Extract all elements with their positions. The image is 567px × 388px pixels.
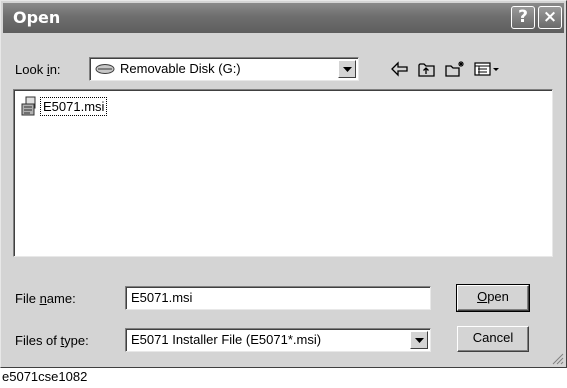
chevron-down-icon bbox=[343, 67, 352, 72]
title-bar[interactable]: Open ? × bbox=[3, 3, 564, 33]
file-list[interactable]: E5071.msi bbox=[13, 89, 553, 257]
removable-disk-icon bbox=[95, 63, 115, 78]
file-type-value: E5071 Installer File (E5071*.msi) bbox=[131, 332, 322, 347]
close-button[interactable]: × bbox=[538, 6, 562, 29]
up-folder-icon[interactable] bbox=[416, 59, 438, 79]
help-button[interactable]: ? bbox=[511, 6, 535, 29]
open-dialog: Open ? × Look in: Removable Disk (G:) E5… bbox=[0, 0, 567, 368]
file-type-dropdown-button[interactable] bbox=[410, 331, 428, 349]
file-type-label: Files of type: bbox=[15, 333, 89, 348]
file-name-text: E5071.msi bbox=[40, 97, 108, 116]
file-type-combobox[interactable]: E5071 Installer File (E5071*.msi) bbox=[125, 328, 431, 352]
file-name-label: File name: bbox=[15, 291, 76, 306]
dialog-title: Open bbox=[13, 8, 61, 27]
figure-caption: e5071cse1082 bbox=[2, 369, 88, 384]
view-menu-icon[interactable] bbox=[473, 59, 503, 79]
open-button[interactable]: Open bbox=[456, 284, 530, 312]
look-in-label: Look in: bbox=[15, 62, 61, 77]
close-icon: × bbox=[542, 7, 558, 27]
resize-grip-icon[interactable] bbox=[552, 353, 564, 365]
look-in-combobox[interactable]: Removable Disk (G:) bbox=[89, 57, 359, 81]
look-in-value: Removable Disk (G:) bbox=[120, 61, 241, 76]
help-icon: ? bbox=[518, 7, 528, 27]
file-name-value: E5071.msi bbox=[131, 290, 193, 305]
back-arrow-icon[interactable] bbox=[389, 59, 411, 79]
cancel-button[interactable]: Cancel bbox=[457, 326, 529, 352]
new-folder-icon[interactable] bbox=[444, 59, 466, 79]
file-name-input[interactable]: E5071.msi bbox=[125, 286, 431, 310]
look-in-dropdown-button[interactable] bbox=[338, 60, 356, 78]
chevron-down-icon bbox=[415, 338, 424, 343]
msi-installer-icon bbox=[20, 96, 40, 119]
